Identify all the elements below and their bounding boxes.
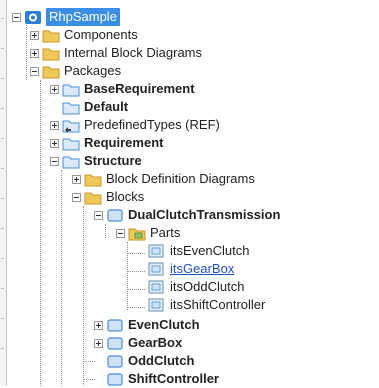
- tree-item-dual-clutch-transmission[interactable]: DualClutchTransmission: [94, 206, 280, 224]
- folder-icon: [42, 48, 60, 60]
- part-icon: [148, 298, 164, 311]
- folder-icon: [84, 192, 102, 204]
- tree-item-internal-block-diagrams[interactable]: Internal Block Diagrams: [30, 44, 202, 62]
- tree-item-label: itsShiftController: [170, 297, 266, 312]
- tree-item-predefined-types[interactable]: PredefinedTypes (REF): [50, 116, 220, 134]
- expand-toggle[interactable]: [30, 48, 39, 58]
- tree-item-components[interactable]: Components: [30, 26, 138, 44]
- collapse-toggle[interactable]: [30, 66, 39, 76]
- collapse-toggle[interactable]: [94, 210, 103, 220]
- tree-item-label: ShiftController: [128, 371, 219, 386]
- package-icon: [62, 138, 80, 150]
- expand-toggle[interactable]: [50, 84, 59, 94]
- tree-item-gear-box[interactable]: GearBox: [94, 334, 182, 352]
- collapse-toggle[interactable]: [116, 228, 125, 238]
- expand-toggle[interactable]: [94, 338, 103, 348]
- tree-item-block-definition-diagrams[interactable]: Block Definition Diagrams: [72, 170, 255, 188]
- tree-item-label: PredefinedTypes (REF): [84, 117, 220, 132]
- tree-item-label: OddClutch: [128, 353, 195, 368]
- folder-icon: [42, 66, 60, 78]
- parts-folder-icon: [128, 228, 146, 240]
- block-icon: [107, 336, 123, 350]
- part-icon: [148, 262, 164, 275]
- expand-toggle[interactable]: [94, 320, 103, 330]
- tree-item-label: Blocks: [106, 189, 145, 204]
- tree-item-part[interactable]: itsEvenClutch: [148, 242, 249, 260]
- tree-item-label: Parts: [150, 225, 181, 240]
- tree-item-label: Internal Block Diagrams: [64, 45, 202, 60]
- folder-icon: [42, 30, 60, 42]
- block-icon: [107, 372, 123, 386]
- tree-item-label: itsOddClutch: [170, 279, 245, 294]
- tree-item-part[interactable]: itsGearBox: [148, 260, 234, 278]
- tree-item-blocks[interactable]: Blocks: [72, 188, 144, 206]
- tree-item-part[interactable]: itsShiftController: [148, 296, 265, 314]
- expand-toggle[interactable]: [50, 138, 59, 148]
- tree-item-label: Requirement: [84, 135, 164, 150]
- tree-item-packages[interactable]: Packages: [30, 62, 121, 80]
- block-icon: [107, 354, 123, 368]
- collapse-toggle[interactable]: [12, 12, 21, 22]
- folder-icon: [84, 174, 102, 186]
- tree-item-root[interactable]: RhpSample: [12, 8, 120, 26]
- block-icon: [107, 208, 123, 222]
- tree-item-even-clutch[interactable]: EvenClutch: [94, 316, 200, 334]
- tree-item-parts[interactable]: Parts: [116, 224, 180, 242]
- tree-item-label: EvenClutch: [128, 317, 200, 332]
- expand-toggle[interactable]: [72, 174, 81, 184]
- tree-item-base-requirement[interactable]: BaseRequirement: [50, 80, 195, 98]
- tree-item-label-link[interactable]: itsGearBox: [170, 260, 234, 278]
- part-icon: [148, 280, 164, 293]
- tree-item-label: BaseRequirement: [84, 81, 195, 96]
- block-icon: [107, 318, 123, 332]
- tree-item-part[interactable]: itsOddClutch: [148, 278, 244, 296]
- tree-item-odd-clutch[interactable]: OddClutch: [94, 352, 194, 370]
- tree-item-shift-controller[interactable]: ShiftController: [94, 370, 219, 388]
- collapse-toggle[interactable]: [72, 192, 81, 202]
- tree-item-label: Packages: [64, 63, 122, 78]
- tree-item-label: itsEvenClutch: [170, 243, 250, 258]
- package-icon: [62, 156, 80, 168]
- project-icon: [25, 10, 41, 24]
- tree-item-label: Structure: [84, 153, 142, 168]
- model-browser-pane: RhpSample Components Internal Block Diag…: [0, 0, 379, 386]
- tree-item-label: Components: [64, 27, 138, 42]
- package-icon: [62, 102, 80, 114]
- tree-item-label: Default: [84, 99, 129, 114]
- tree-item-default[interactable]: Default: [50, 98, 128, 116]
- tree-item-label: RhpSample: [46, 8, 120, 26]
- tree-item-label: GearBox: [128, 335, 183, 350]
- tree-item-label: Block Definition Diagrams: [106, 171, 255, 186]
- package-icon: [62, 84, 80, 96]
- tree-item-label: DualClutchTransmission: [128, 207, 281, 222]
- project-tree: RhpSample Components Internal Block Diag…: [0, 0, 379, 386]
- tree-item-structure[interactable]: Structure: [50, 152, 142, 170]
- package-reference-icon: [62, 120, 80, 133]
- collapse-toggle[interactable]: [50, 156, 59, 166]
- part-icon: [148, 244, 164, 257]
- expand-toggle[interactable]: [30, 30, 39, 40]
- tree-item-requirement[interactable]: Requirement: [50, 134, 163, 152]
- expand-toggle[interactable]: [50, 120, 59, 130]
